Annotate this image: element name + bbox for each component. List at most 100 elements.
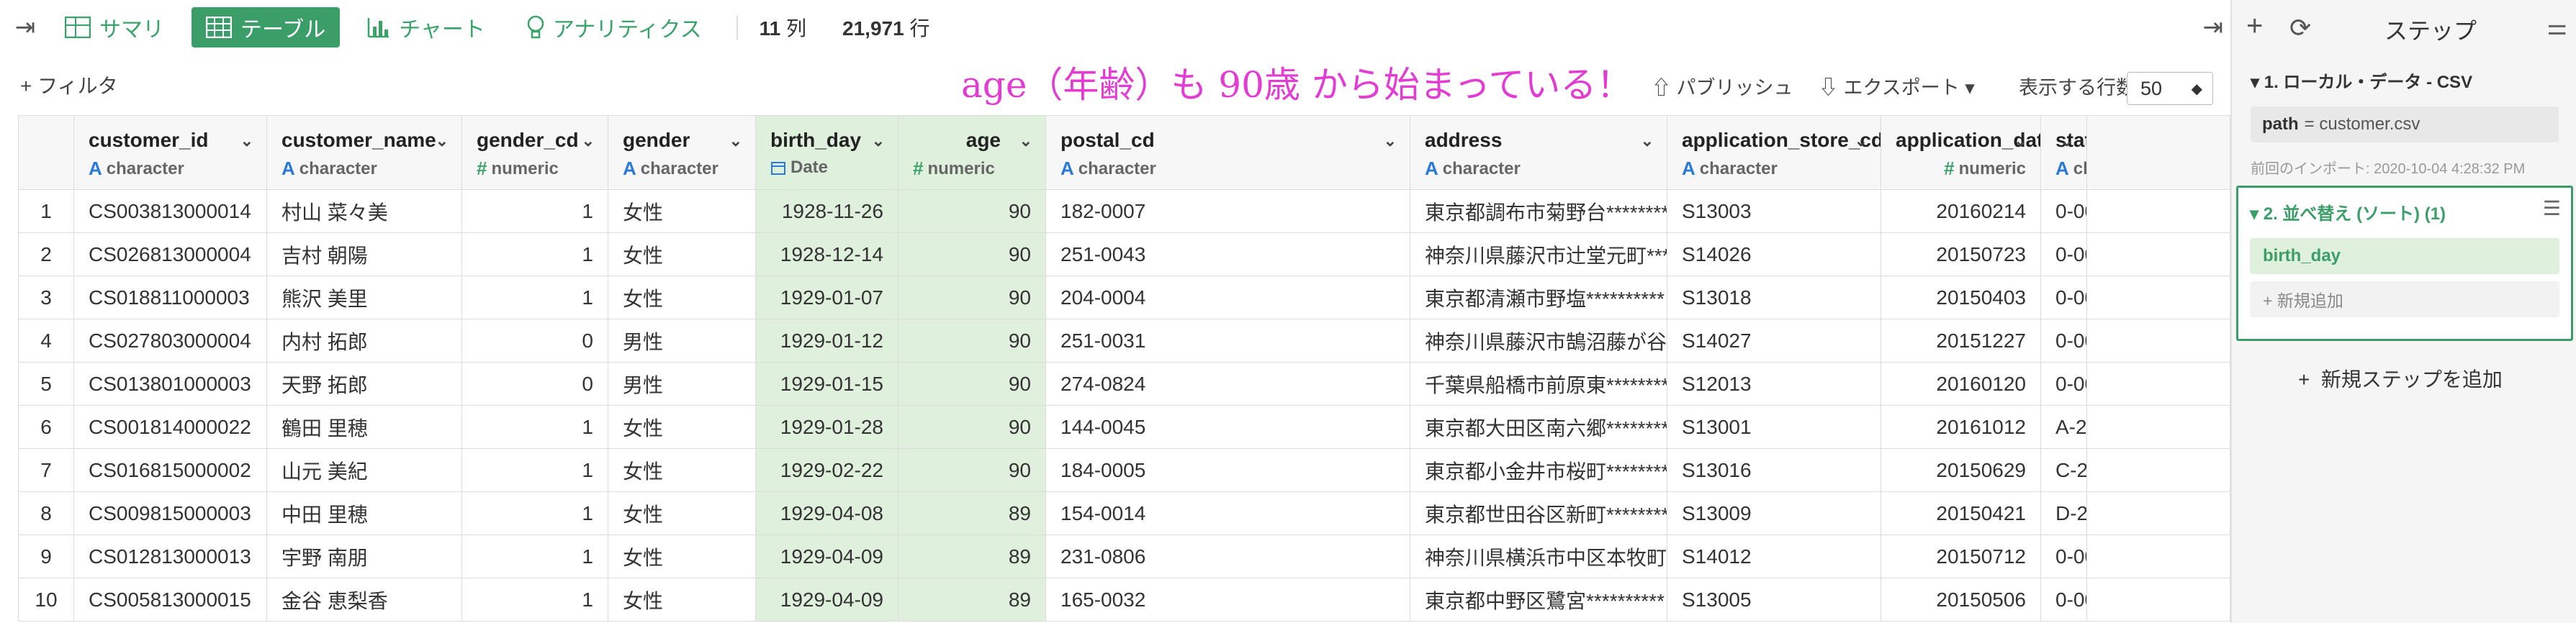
table-cell[interactable]: 90 — [898, 362, 1046, 406]
table-cell[interactable]: 165-0032 — [1045, 578, 1410, 622]
chevron-down-icon[interactable]: ⌄ — [582, 132, 595, 150]
column-header-age[interactable]: age ⌄ # numeric — [898, 115, 1046, 190]
table-cell[interactable]: S13009 — [1667, 491, 1881, 535]
plus-icon[interactable]: + — [2246, 10, 2263, 42]
table-cell[interactable]: 女性 — [608, 405, 756, 449]
table-cell[interactable]: 神奈川県藤沢市鵠沼藤が谷********** — [1410, 319, 1667, 363]
table-cell[interactable]: 山元 美紀 — [266, 448, 462, 492]
table-cell[interactable]: S13003 — [1667, 189, 1881, 233]
step-1-path[interactable]: path = customer.csv — [2251, 106, 2559, 142]
table-cell[interactable]: 1 — [461, 232, 608, 276]
settings-sliders-icon[interactable]: ⚌ — [2546, 13, 2567, 40]
table-cell[interactable]: 男性 — [608, 362, 756, 406]
table-cell[interactable]: 1929-01-15 — [755, 362, 899, 406]
table-cell[interactable]: 1929-01-07 — [755, 276, 899, 319]
menu-icon[interactable]: ☰ — [2543, 196, 2561, 220]
table-cell[interactable]: 20150629 — [1881, 448, 2041, 492]
table-cell[interactable]: 男性 — [608, 319, 756, 363]
table-cell[interactable]: 89 — [898, 491, 1046, 535]
table-cell[interactable]: S13016 — [1667, 448, 1881, 492]
table-row[interactable]: 6 CS001814000022 鶴田 里穂 1 女性 1929-01-28 90 144-0… — [18, 405, 2230, 449]
table-cell[interactable]: S12013 — [1667, 362, 1881, 406]
table-cell[interactable]: 20160214 — [1881, 189, 2041, 233]
column-header-status_cd[interactable]: status_cd ⌄ Acharacter — [2040, 115, 2087, 190]
chevron-down-icon[interactable]: ⌄ — [2061, 132, 2073, 150]
table-cell[interactable]: 144-0045 — [1045, 405, 1410, 449]
rows-per-page-select[interactable]: 50 ◆ — [2127, 72, 2213, 105]
table-cell[interactable]: S14012 — [1667, 535, 1881, 578]
column-header-address[interactable]: address ⌄ Acharacter — [1410, 115, 1667, 190]
column-header-customer_id[interactable]: customer_id ⌄ Acharacter — [73, 115, 267, 190]
table-cell[interactable]: CS009815000003 — [73, 491, 267, 535]
table-cell[interactable]: 村山 菜々美 — [266, 189, 462, 233]
table-cell[interactable]: 1 — [461, 535, 608, 578]
table-cell[interactable]: CS016815000002 — [73, 448, 267, 492]
table-row[interactable]: 7 CS016815000002 山元 美紀 1 女性 1929-02-22 90 184-0… — [18, 448, 2230, 492]
table-cell[interactable]: 90 — [898, 232, 1046, 276]
step-2-title[interactable]: ▾ 2. 並べ替え (ソート) (1) — [2250, 199, 2446, 224]
table-cell[interactable]: 154-0014 — [1045, 491, 1410, 535]
table-cell[interactable]: 20150506 — [1881, 578, 2041, 622]
table-cell[interactable]: 20150723 — [1881, 232, 2041, 276]
table-cell[interactable]: 20160120 — [1881, 362, 2041, 406]
column-header-gender_cd[interactable]: gender_cd ⌄ # numeric — [461, 115, 608, 190]
column-header-customer_name[interactable]: customer_name ⌄ Acharacter — [266, 115, 462, 190]
table-cell[interactable]: 20151227 — [1881, 319, 2041, 363]
tab-chart[interactable]: チャート — [353, 7, 500, 47]
table-cell[interactable]: 182-0007 — [1045, 189, 1410, 233]
table-cell[interactable]: S13001 — [1667, 405, 1881, 449]
table-cell[interactable]: CS005813000015 — [73, 578, 267, 622]
table-cell[interactable]: CS012813000013 — [73, 535, 267, 578]
table-cell[interactable]: 231-0806 — [1045, 535, 1410, 578]
chevron-down-icon[interactable]: ⌄ — [1855, 132, 1868, 150]
add-sort-button[interactable]: + 新規追加 — [2250, 281, 2559, 317]
table-row[interactable]: 1 CS003813000014 村山 菜々美 1 女性 1928-11-26 90 182-… — [18, 189, 2230, 233]
table-cell[interactable]: 東京都大田区南六郷********** — [1410, 405, 1667, 449]
sort-column-chip[interactable]: birth_day — [2250, 238, 2559, 274]
table-cell[interactable]: 吉村 朝陽 — [266, 232, 462, 276]
table-cell[interactable]: 女性 — [608, 276, 756, 319]
filter-button[interactable]: + フィルタ — [20, 71, 118, 99]
table-cell[interactable]: 20150421 — [1881, 491, 2041, 535]
table-cell[interactable]: S14026 — [1667, 232, 1881, 276]
table-cell[interactable]: 251-0031 — [1045, 319, 1410, 363]
table-cell[interactable]: 東京都清瀬市野塩********** — [1410, 276, 1667, 319]
table-cell[interactable]: 神奈川県藤沢市辻堂元町********** — [1410, 232, 1667, 276]
tab-analytics[interactable]: アナリティクス — [513, 7, 716, 47]
table-cell[interactable]: 東京都調布市菊野台********** — [1410, 189, 1667, 233]
chevron-down-icon[interactable]: ⌄ — [729, 132, 742, 150]
expand-left-icon[interactable]: ⇥ — [0, 0, 50, 55]
collapse-right-icon[interactable]: ⇥ — [2203, 0, 2224, 55]
table-cell[interactable]: 0-00000000-0 — [2040, 535, 2087, 578]
table-cell[interactable]: 千葉県船橋市前原東********** — [1410, 362, 1667, 406]
table-cell[interactable]: 女性 — [608, 232, 756, 276]
table-cell[interactable]: 女性 — [608, 189, 756, 233]
add-step-button[interactable]: + 新規ステップを追加 — [2298, 364, 2503, 393]
table-cell[interactable]: 鶴田 里穂 — [266, 405, 462, 449]
table-row[interactable]: 10 CS005813000015 金谷 恵梨香 1 女性 1929-04-09 89 165… — [18, 578, 2230, 622]
table-cell[interactable]: 90 — [898, 448, 1046, 492]
table-cell[interactable]: CS027803000004 — [73, 319, 267, 363]
table-cell[interactable]: 女性 — [608, 535, 756, 578]
step-2-card[interactable]: ▾ 2. 並べ替え (ソート) (1) ☰ birth_day + 新規追加 — [2236, 186, 2573, 341]
table-cell[interactable]: 20161012 — [1881, 405, 2041, 449]
table-cell[interactable]: 中田 里穂 — [266, 491, 462, 535]
table-cell[interactable]: 熊沢 美里 — [266, 276, 462, 319]
table-cell[interactable]: 0-00000000-0 — [2040, 578, 2087, 622]
table-row[interactable]: 2 CS026813000004 吉村 朝陽 1 女性 1928-12-14 90 251-0… — [18, 232, 2230, 276]
table-row[interactable]: 3 CS018811000003 熊沢 美里 1 女性 1929-01-07 90 204-0… — [18, 276, 2230, 319]
table-cell[interactable]: 1 — [461, 448, 608, 492]
table-cell[interactable]: 1929-01-28 — [755, 405, 899, 449]
table-cell[interactable]: 0 — [461, 319, 608, 363]
table-cell[interactable]: 東京都小金井市桜町********** — [1410, 448, 1667, 492]
column-header-application_store_cd[interactable]: application_store_cd ⌄ Acharacter — [1667, 115, 1881, 190]
table-cell[interactable]: S14027 — [1667, 319, 1881, 363]
table-cell[interactable]: 1929-02-22 — [755, 448, 899, 492]
table-cell[interactable]: 89 — [898, 578, 1046, 622]
table-cell[interactable]: 金谷 恵梨香 — [266, 578, 462, 622]
table-cell[interactable]: CS003813000014 — [73, 189, 267, 233]
table-cell[interactable]: 女性 — [608, 491, 756, 535]
table-cell[interactable]: 1929-04-09 — [755, 578, 899, 622]
table-cell[interactable]: 0-00000000-0 — [2040, 189, 2087, 233]
table-row[interactable]: 5 CS013801000003 天野 拓郎 0 男性 1929-01-15 90 274-0… — [18, 362, 2230, 406]
